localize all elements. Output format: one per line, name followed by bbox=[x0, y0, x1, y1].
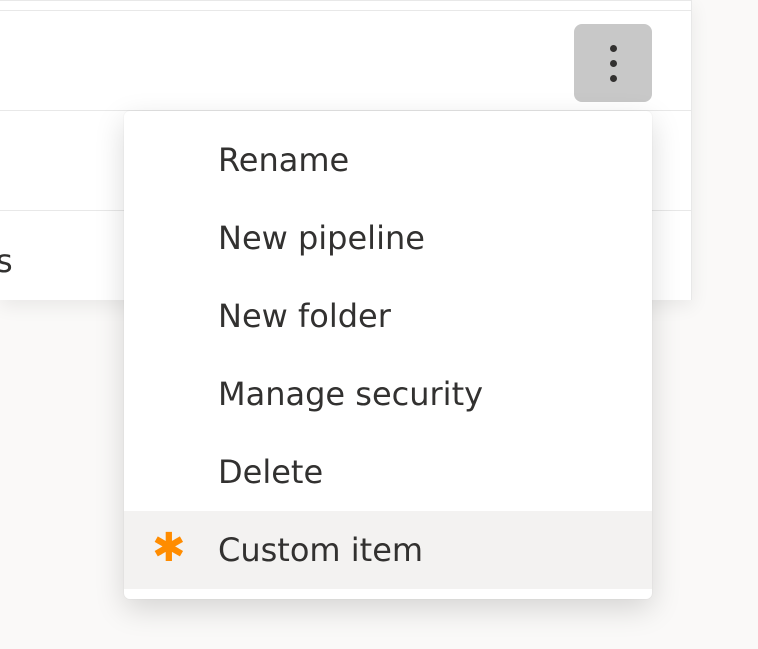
menu-item-custom[interactable]: ✱ Custom item bbox=[124, 511, 652, 589]
menu-item-label: Rename bbox=[218, 141, 349, 179]
menu-item-label: Custom item bbox=[218, 531, 423, 569]
menu-item-rename[interactable]: Rename bbox=[124, 121, 652, 199]
menu-item-label: New pipeline bbox=[218, 219, 425, 257]
asterisk-icon: ✱ bbox=[152, 528, 186, 568]
menu-item-new-pipeline[interactable]: New pipeline bbox=[124, 199, 652, 277]
menu-item-manage-security[interactable]: Manage security bbox=[124, 355, 652, 433]
menu-item-label: New folder bbox=[218, 297, 391, 335]
vertical-dots-icon bbox=[610, 45, 617, 82]
menu-item-icon-slot: ✱ bbox=[152, 530, 218, 570]
menu-item-new-folder[interactable]: New folder bbox=[124, 277, 652, 355]
more-options-button[interactable] bbox=[574, 24, 652, 102]
context-menu: Rename New pipeline New folder Manage se… bbox=[124, 111, 652, 599]
menu-item-delete[interactable]: Delete bbox=[124, 433, 652, 511]
menu-item-label: Delete bbox=[218, 453, 323, 491]
menu-item-label: Manage security bbox=[218, 375, 483, 413]
panel-row bbox=[0, 0, 691, 10]
truncated-label: s bbox=[0, 242, 13, 280]
